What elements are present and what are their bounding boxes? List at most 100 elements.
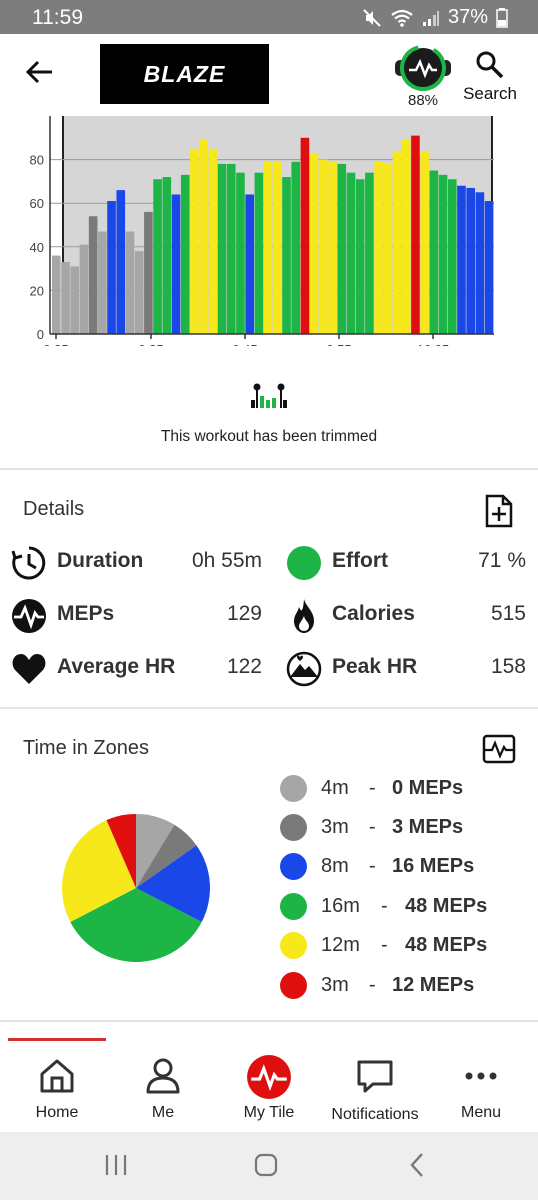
chart-bar (291, 161, 301, 334)
chart-bar (309, 153, 319, 334)
chart-bar (153, 179, 162, 334)
status-bar: 11:59 37% (0, 0, 538, 34)
effort-value: 71 % (478, 549, 526, 572)
nav-notifications-label: Notifications (331, 1106, 419, 1123)
back-button-icon[interactable] (398, 1150, 438, 1180)
calories-value: 515 (490, 602, 526, 625)
chart-bar (300, 137, 310, 334)
battery-percent: 37% (447, 6, 488, 28)
chart-bar (374, 161, 383, 334)
system-navigation-bar (0, 1132, 538, 1200)
chart-bar (208, 148, 218, 334)
search-button[interactable]: Search (460, 48, 520, 106)
back-arrow-icon[interactable] (22, 54, 58, 90)
chart-bar (365, 172, 374, 334)
metric-effort: Effort 71 % (286, 543, 530, 583)
zone-meps: 16 MEPs (392, 855, 475, 877)
nav-me[interactable]: Me (110, 1052, 216, 1132)
bottom-navigation: Home Me My Tile Notifications Menu (0, 1038, 538, 1132)
zone-dash: - (369, 777, 376, 799)
app-header: BLAZE 88% Search (0, 34, 538, 116)
brand-logo: BLAZE (100, 44, 269, 104)
chart-bar (263, 161, 273, 334)
x-tick-label: 9:35 (138, 342, 163, 346)
add-note-icon[interactable] (484, 494, 514, 528)
legend-row-gray: 3m - 3 MEPs (280, 811, 530, 843)
chart-bar (420, 150, 429, 334)
tile-percent: 88% (407, 92, 439, 109)
chart-bar (254, 172, 264, 334)
legend-row-blue: 8m - 16 MEPs (280, 850, 530, 882)
chart-bar (328, 161, 337, 334)
chart-bar (226, 163, 236, 334)
average-hr-label: Average HR (57, 655, 176, 678)
chart-bar (273, 161, 282, 334)
x-tick-label: 9:55 (326, 342, 351, 346)
calories-label: Calories (332, 602, 415, 625)
meps-label: MEPs (57, 602, 115, 625)
divider (0, 707, 538, 709)
status-time: 11:59 (32, 6, 83, 29)
workout-chart: 0 20 40 60 80 9:25 9:35 9:45 9:55 10:05 (0, 116, 538, 357)
legend-row-red: 3m - 12 MEPs (280, 969, 530, 1001)
metric-duration: Duration 0h 55m (11, 543, 266, 583)
zone-meps: 3 MEPs (392, 816, 464, 838)
nav-home-label: Home (35, 1104, 79, 1121)
chart-bar (162, 177, 172, 334)
chart-bar (144, 211, 153, 334)
zone-meps: 12 MEPs (392, 974, 475, 996)
mute-icon (363, 8, 381, 27)
calories-flame-icon (294, 599, 314, 633)
recent-apps-icon[interactable] (96, 1150, 136, 1180)
chart-bar (190, 148, 199, 334)
nav-me-label: Me (151, 1104, 175, 1121)
zone-time: 3m (321, 816, 349, 838)
heart-rate-monitor-icon[interactable] (482, 734, 516, 764)
meps-heartbeat-icon (12, 599, 46, 633)
chart-bar (116, 190, 126, 334)
chart-bar (392, 150, 402, 334)
zone-dot (280, 853, 307, 880)
zone-time: 12m (321, 934, 360, 956)
zone-dash: - (381, 934, 388, 956)
y-tick-label: 60 (30, 196, 44, 211)
chart-bar (134, 251, 144, 334)
zone-dot (280, 775, 307, 802)
chart-bar (107, 201, 116, 334)
zone-dash: - (381, 895, 388, 917)
chart-bar (79, 244, 89, 334)
home-button-icon[interactable] (246, 1150, 286, 1180)
tile-indicator[interactable]: 88% (392, 42, 454, 112)
chart-bar (61, 262, 70, 334)
chart-bar (447, 179, 457, 334)
nav-home[interactable]: Home (4, 1052, 110, 1132)
more-dots-icon (465, 1072, 497, 1080)
y-tick-label: 20 (30, 283, 44, 298)
zone-meps: 48 MEPs (405, 895, 488, 917)
zone-time: 8m (321, 855, 349, 877)
peak-hr-value: 158 (490, 655, 526, 678)
chart-bar (401, 139, 411, 334)
heart-rate-tile-icon (395, 45, 451, 91)
nav-my-tile[interactable]: My Tile (216, 1052, 322, 1132)
person-icon (146, 1058, 180, 1094)
chart-bar (199, 139, 208, 334)
chart-bar (70, 266, 80, 334)
chart-bar (475, 192, 485, 334)
nav-menu[interactable]: Menu (428, 1052, 534, 1132)
signal-icon (422, 10, 439, 26)
trim-icon[interactable] (249, 382, 289, 414)
meps-value: 129 (226, 602, 262, 625)
chart-bar (88, 216, 98, 334)
zone-time: 3m (321, 974, 349, 996)
x-tick-label: 9:45 (232, 342, 257, 346)
nav-notifications[interactable]: Notifications (322, 1052, 428, 1132)
divider (0, 468, 538, 470)
effort-dot-icon (287, 546, 321, 580)
legend-row-gray-light: 4m - 0 MEPs (280, 772, 530, 804)
chart-bar (236, 172, 245, 334)
wifi-icon (391, 9, 413, 27)
chart-bar (52, 255, 61, 334)
metric-peak-hr: Peak HR 158 (286, 649, 530, 689)
nav-my-tile-label: My Tile (243, 1104, 295, 1121)
